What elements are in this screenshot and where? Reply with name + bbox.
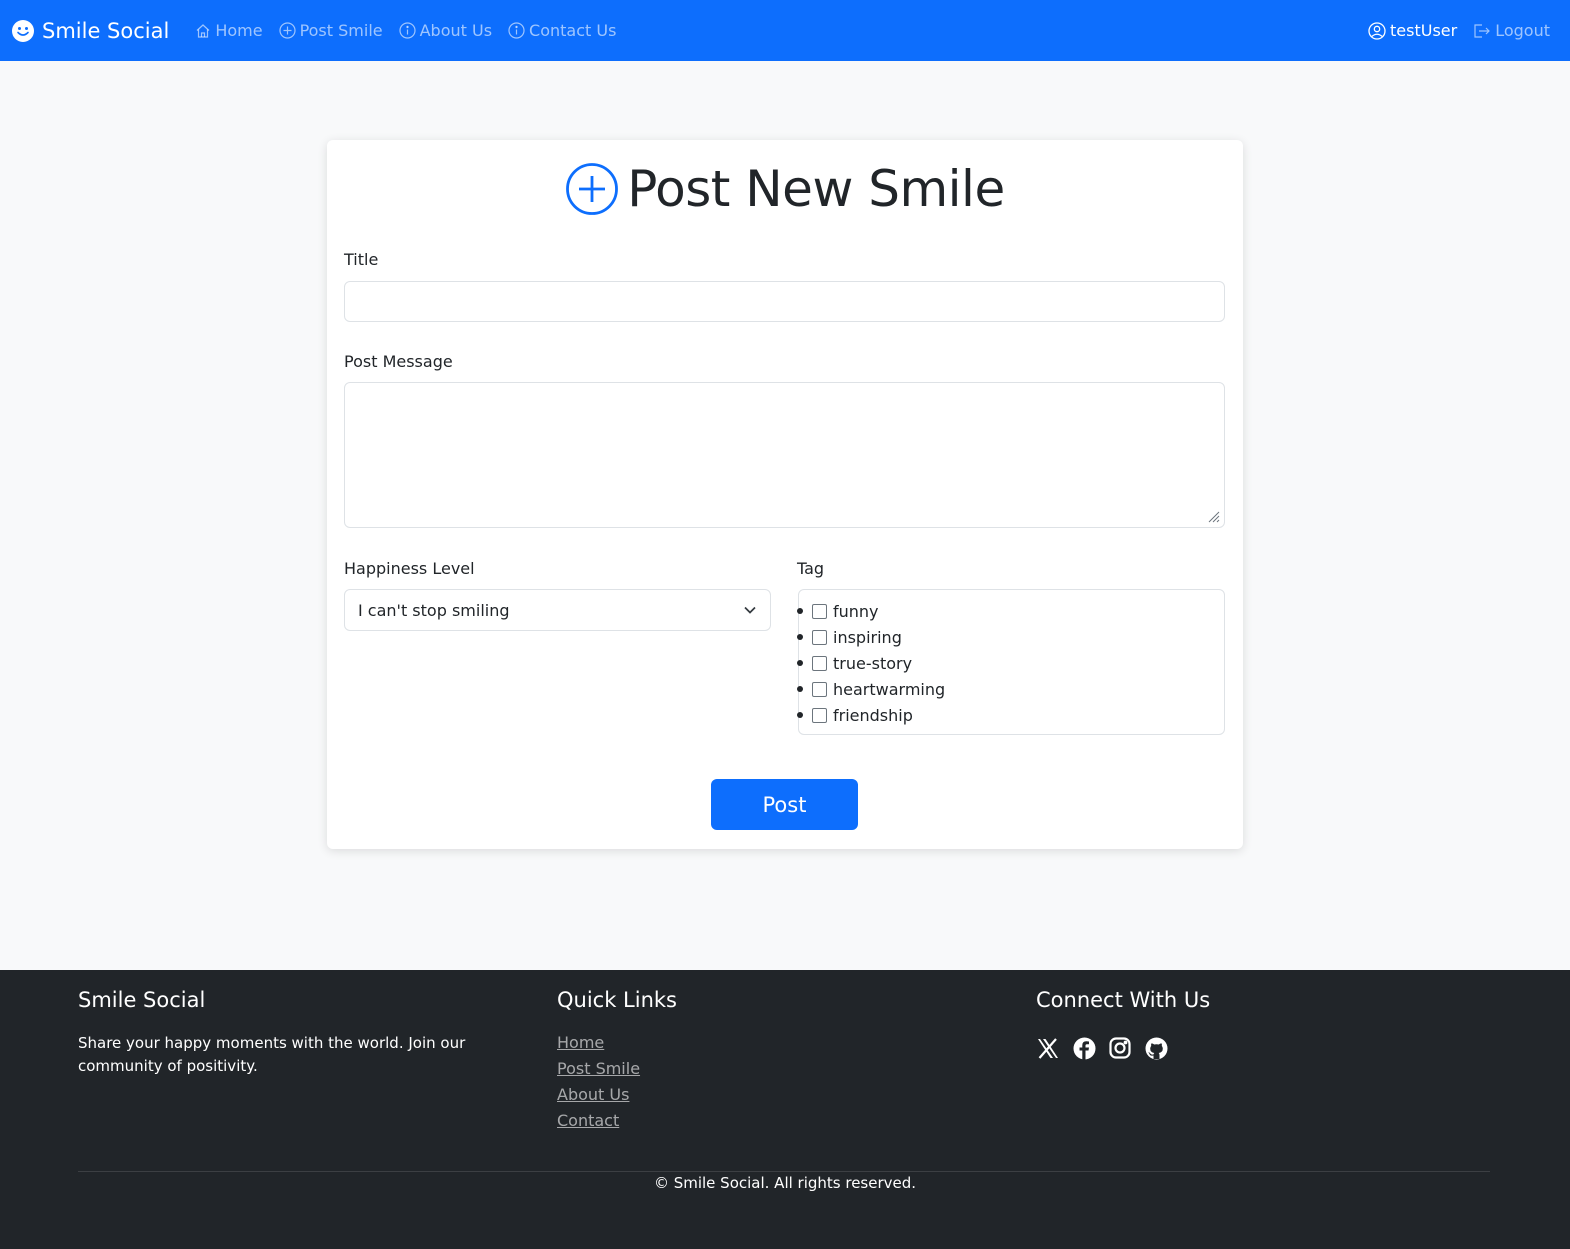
nav-post-smile[interactable]: Post Smile <box>278 21 383 40</box>
nav-about-us-label: About Us <box>419 21 493 40</box>
footer-link-post-smile[interactable]: Post Smile <box>557 1059 640 1078</box>
logout-label: Logout <box>1495 21 1550 40</box>
bullet-icon <box>797 686 803 692</box>
tag-checkbox-funny[interactable] <box>812 603 827 619</box>
footer-link-contact[interactable]: Contact <box>557 1111 619 1130</box>
tag-label-funny: funny <box>833 601 879 621</box>
footer-description: Share your happy moments with the world.… <box>78 1034 466 1075</box>
tag-checkbox-heartwarming[interactable] <box>812 681 827 697</box>
smile-icon <box>12 19 34 42</box>
tag-label: Tag <box>797 559 825 578</box>
bullet-icon <box>797 608 803 614</box>
quick-links-list: Home Post Smile About Us Contact <box>557 1033 640 1137</box>
title-label: Title <box>344 250 379 269</box>
nav-post-smile-label: Post Smile <box>299 21 383 40</box>
bullet-icon <box>797 660 803 666</box>
nav-home[interactable]: Home <box>195 21 263 40</box>
instagram-icon[interactable] <box>1108 1036 1132 1060</box>
tag-checkbox-friendship[interactable] <box>812 707 827 723</box>
tag-item-friendship: friendship <box>797 702 1224 728</box>
tag-list-box: funny inspiring true-story heartwarming <box>797 589 1225 735</box>
footer-link-about-us[interactable]: About Us <box>557 1085 629 1104</box>
navbar: Smile Social Home Post Smile About Us Co… <box>0 0 1570 61</box>
tag-checkbox-true-story[interactable] <box>812 655 827 671</box>
x-twitter-icon[interactable] <box>1036 1036 1060 1060</box>
copyright: © Smile Social. All rights reserved. <box>653 1174 917 1192</box>
house-icon <box>196 23 210 38</box>
tag-checkbox-inspiring[interactable] <box>812 629 827 645</box>
user-profile-link[interactable]: testUser <box>1368 21 1457 40</box>
username: testUser <box>1390 21 1458 40</box>
quick-links-title: Quick Links <box>557 988 678 1012</box>
nav-home-label: Home <box>215 21 263 40</box>
form-heading: Post New Smile <box>327 160 1243 218</box>
connect-title: Connect With Us <box>1036 988 1211 1012</box>
post-message-textarea[interactable] <box>344 382 1225 528</box>
facebook-icon[interactable] <box>1072 1036 1096 1060</box>
logout-link[interactable]: Logout <box>1473 21 1550 40</box>
nav-contact-us[interactable]: Contact Us <box>508 21 616 40</box>
tag-item-inspiring: inspiring <box>797 624 1224 650</box>
nav-contact-us-label: Contact Us <box>529 21 617 40</box>
nav-right: testUser Logout <box>1360 21 1558 40</box>
footer-link-home[interactable]: Home <box>557 1033 604 1052</box>
post-form-card: Post New Smile Title Post Message Happin… <box>327 140 1243 849</box>
tag-list: funny inspiring true-story heartwarming <box>797 590 1224 728</box>
tag-item-heartwarming: heartwarming <box>797 676 1224 702</box>
title-input[interactable] <box>344 281 1225 322</box>
brand-name: Smile Social <box>42 18 170 43</box>
chevron-down-icon <box>744 606 756 614</box>
happiness-level-label: Happiness Level <box>344 559 475 578</box>
tag-label-true-story: true-story <box>833 653 913 673</box>
github-icon[interactable] <box>1144 1036 1168 1060</box>
footer-brand: Smile Social <box>78 988 206 1012</box>
bullet-icon <box>797 712 803 718</box>
info-circle-icon <box>399 22 416 39</box>
tag-label-friendship: friendship <box>833 705 913 725</box>
plus-circle-icon <box>278 22 296 39</box>
tag-label-inspiring: inspiring <box>833 627 902 647</box>
bullet-icon <box>797 634 803 640</box>
info-circle-icon <box>508 22 525 39</box>
tag-label-heartwarming: heartwarming <box>833 679 946 699</box>
footer-divider <box>78 1171 1490 1172</box>
nav-about-us[interactable]: About Us <box>399 21 492 40</box>
post-message-label: Post Message <box>344 352 453 371</box>
page-title: Post New Smile <box>627 160 1005 218</box>
logout-icon <box>1474 23 1491 38</box>
tag-item-funny: funny <box>797 598 1224 624</box>
footer: Smile Social Share your happy moments wi… <box>0 970 1570 1249</box>
tag-item-true-story: true-story <box>797 650 1224 676</box>
brand-link[interactable]: Smile Social <box>12 19 169 43</box>
social-links <box>1036 1036 1180 1060</box>
resize-grip-icon[interactable] <box>1208 511 1220 523</box>
happiness-level-select[interactable]: I can't stop smiling <box>344 589 771 631</box>
user-circle-icon <box>1368 21 1386 40</box>
happiness-level-value: I can't stop smiling <box>358 600 510 620</box>
plus-circle-icon <box>566 163 619 215</box>
post-button[interactable]: Post <box>711 779 858 830</box>
